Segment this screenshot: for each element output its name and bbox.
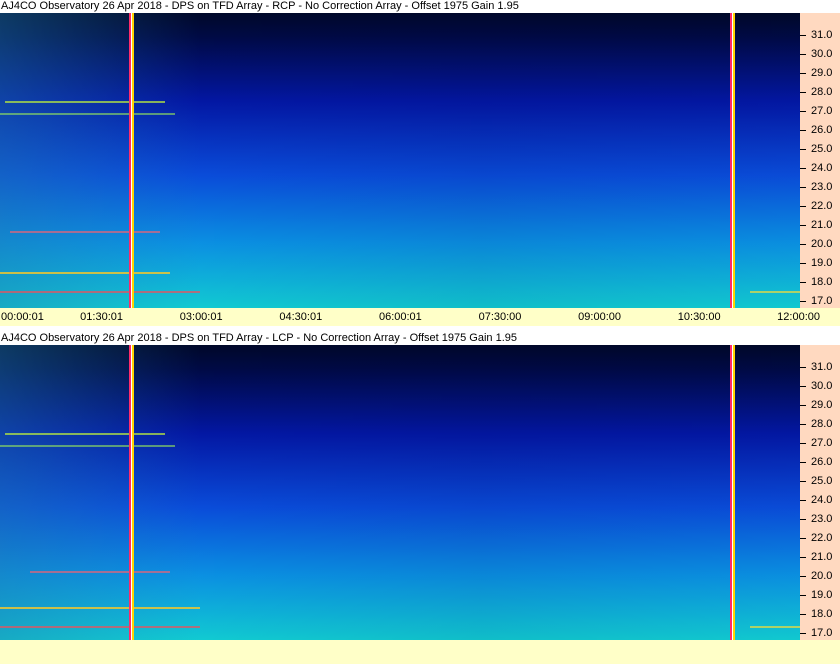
x-axis-tick-label: 12:00:00 xyxy=(777,311,820,323)
x-axis-tick-label: 03:00:01 xyxy=(179,311,223,323)
frequency-axis: 31.0 30.0 29.0 28.0 27.0 26.0 25.0 24.0 23.0 22.0… xyxy=(800,345,840,640)
x-axis-tick-label: 00:00:01 xyxy=(1,311,44,323)
y-axis-tick xyxy=(800,301,806,302)
y-axis-tick xyxy=(800,187,806,188)
y-axis-tick xyxy=(800,111,806,112)
y-axis-tick-label: 20.0 xyxy=(811,570,833,582)
y-axis-tick-label: 24.0 xyxy=(811,162,833,174)
y-axis-tick-label: 17.0 xyxy=(811,627,833,639)
y-axis-tick xyxy=(800,481,806,482)
y-axis-tick xyxy=(800,263,806,264)
y-axis-tick-label: 26.0 xyxy=(811,124,833,136)
spectrogram-panel-lcp: AJ4CO Observatory 26 Apr 2018 - DPS on T… xyxy=(0,332,840,664)
y-axis-tick xyxy=(800,225,806,226)
y-axis-tick-label: 21.0 xyxy=(811,551,833,563)
y-axis-tick-label: 26.0 xyxy=(811,456,833,468)
event-marker-line xyxy=(129,345,134,640)
y-axis-tick xyxy=(800,244,806,245)
y-axis-tick xyxy=(800,73,806,74)
time-axis xyxy=(0,640,840,664)
y-axis-tick-label: 21.0 xyxy=(811,219,833,231)
y-axis-tick xyxy=(800,424,806,425)
y-axis-tick xyxy=(800,168,806,169)
y-axis-tick xyxy=(800,282,806,283)
event-marker-line xyxy=(730,345,735,640)
y-axis-tick-label: 24.0 xyxy=(811,494,833,506)
y-axis-tick-label: 31.0 xyxy=(811,361,833,373)
y-axis-tick xyxy=(800,386,806,387)
y-axis-tick-label: 29.0 xyxy=(811,399,833,411)
time-axis: 00:00:01 01:30:01 03:00:01 04:30:01 06:00:01… xyxy=(0,308,840,326)
y-axis-tick-label: 28.0 xyxy=(811,86,833,98)
y-axis-tick-label: 27.0 xyxy=(811,437,833,449)
y-axis-tick xyxy=(800,576,806,577)
x-axis-tick-label: 10:30:00 xyxy=(677,311,721,323)
spectrogram-panel-rcp: AJ4CO Observatory 26 Apr 2018 - DPS on T… xyxy=(0,0,840,326)
y-axis-tick-label: 19.0 xyxy=(811,589,833,601)
y-axis-tick-label: 23.0 xyxy=(811,513,833,525)
y-axis-tick-label: 22.0 xyxy=(811,200,833,212)
y-axis-tick-label: 28.0 xyxy=(811,418,833,430)
y-axis-tick-label: 31.0 xyxy=(811,29,833,41)
y-axis-tick xyxy=(800,633,806,634)
y-axis-tick xyxy=(800,367,806,368)
y-axis-tick-label: 30.0 xyxy=(811,48,833,60)
x-axis-tick-label: 09:00:00 xyxy=(578,311,622,323)
y-axis-tick xyxy=(800,557,806,558)
y-axis-tick xyxy=(800,130,806,131)
spectrogram-image xyxy=(0,345,800,640)
y-axis-tick-label: 25.0 xyxy=(811,475,833,487)
y-axis-tick xyxy=(800,35,806,36)
y-axis-tick-label: 18.0 xyxy=(811,608,833,620)
y-axis-tick-label: 17.0 xyxy=(811,295,833,307)
y-axis-tick-label: 25.0 xyxy=(811,143,833,155)
y-axis-tick xyxy=(800,54,806,55)
y-axis-tick xyxy=(800,405,806,406)
y-axis-tick-label: 18.0 xyxy=(811,276,833,288)
y-axis-tick-label: 27.0 xyxy=(811,105,833,117)
y-axis-tick-label: 20.0 xyxy=(811,238,833,250)
y-axis-tick-label: 19.0 xyxy=(811,257,833,269)
y-axis-tick-label: 30.0 xyxy=(811,380,833,392)
y-axis-tick xyxy=(800,538,806,539)
panel-title: AJ4CO Observatory 26 Apr 2018 - DPS on T… xyxy=(0,0,840,13)
y-axis-tick xyxy=(800,92,806,93)
y-axis-tick-label: 22.0 xyxy=(811,532,833,544)
y-axis-tick xyxy=(800,149,806,150)
y-axis-tick-label: 23.0 xyxy=(811,181,833,193)
panel-title: AJ4CO Observatory 26 Apr 2018 - DPS on T… xyxy=(0,332,840,345)
y-axis-tick xyxy=(800,519,806,520)
y-axis-tick xyxy=(800,500,806,501)
frequency-axis: 31.0 30.0 29.0 28.0 27.0 26.0 25.0 24.0 23.0 22.0… xyxy=(800,13,840,308)
y-axis-tick xyxy=(800,443,806,444)
event-marker-line xyxy=(129,13,134,308)
y-axis-tick xyxy=(800,462,806,463)
y-axis-tick xyxy=(800,595,806,596)
y-axis-tick xyxy=(800,206,806,207)
y-axis-tick xyxy=(800,614,806,615)
x-axis-tick-label: 04:30:01 xyxy=(279,311,323,323)
x-axis-tick-label: 07:30:00 xyxy=(478,311,522,323)
x-axis-tick-label: 06:00:01 xyxy=(378,311,422,323)
spectrogram-image xyxy=(0,13,800,308)
y-axis-tick-label: 29.0 xyxy=(811,67,833,79)
x-axis-tick-label: 01:30:01 xyxy=(80,311,124,323)
event-marker-line xyxy=(730,13,735,308)
